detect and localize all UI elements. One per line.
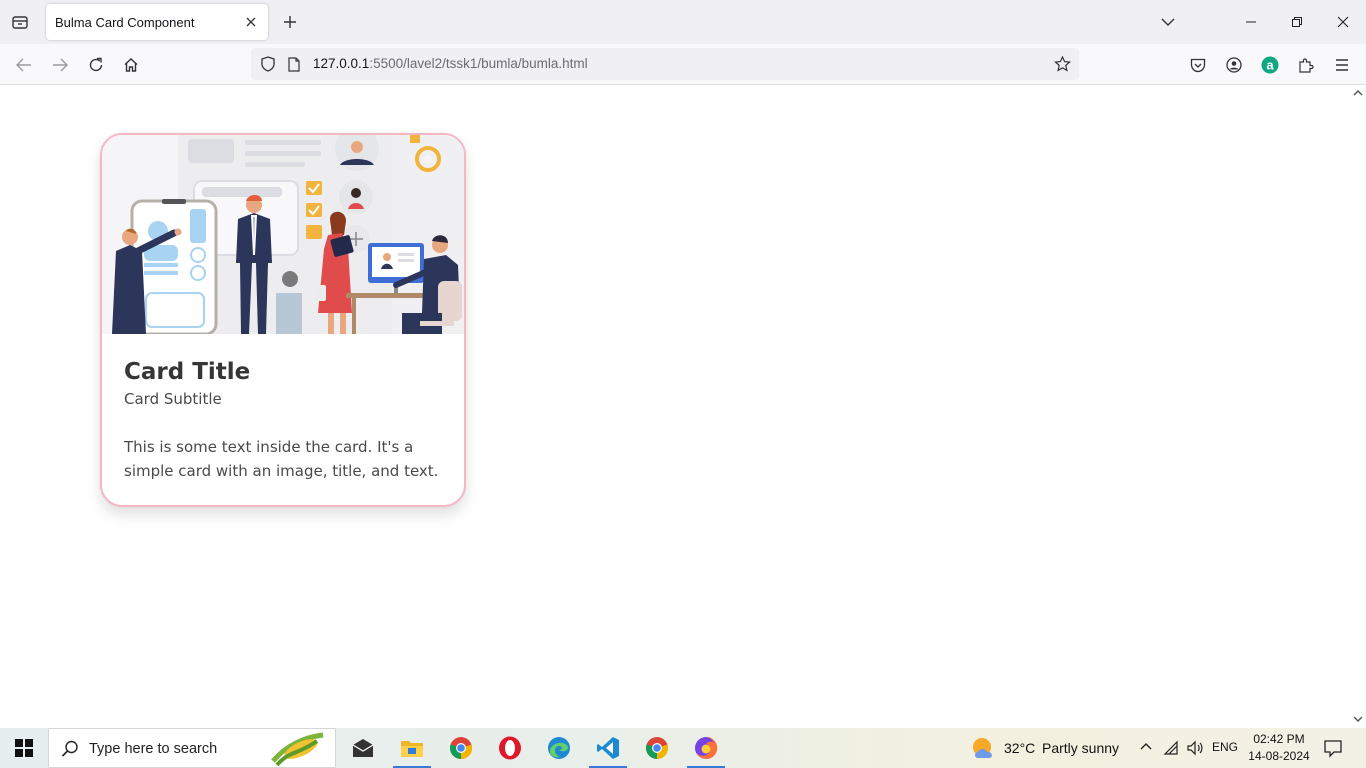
scroll-down-arrow-icon[interactable]	[1353, 714, 1363, 724]
navigation-toolbar: 127.0.0.1:5500/lavel2/tssk1/bumla/bumla.…	[0, 44, 1366, 85]
volume-speaker-icon[interactable]	[1186, 739, 1204, 757]
search-placeholder: Type here to search	[89, 741, 218, 757]
edge-icon[interactable]	[536, 728, 582, 768]
input-language[interactable]: ENG	[1212, 740, 1238, 754]
opera-icon[interactable]	[487, 728, 533, 768]
card: Card Title Card Subtitle This is some te…	[100, 133, 466, 507]
tab-title: Bulma Card Component	[55, 14, 195, 30]
close-tab-icon[interactable]	[238, 9, 264, 35]
reload-icon[interactable]	[83, 52, 109, 78]
taskbar-search-box[interactable]: Type here to search	[48, 728, 336, 768]
card-subtitle: Card Subtitle	[124, 390, 222, 408]
office-team-illustration	[102, 135, 464, 336]
bookmark-star-icon[interactable]	[1053, 55, 1071, 73]
close-window-icon[interactable]	[1320, 0, 1366, 44]
card-content: Card Title Card Subtitle This is some te…	[124, 357, 454, 483]
tab-list-icon[interactable]	[8, 11, 32, 33]
clock-time: 02:42 PM	[1253, 732, 1305, 746]
file-explorer-icon[interactable]	[389, 728, 435, 768]
card-image-office-illustration	[102, 135, 464, 336]
vscode-icon[interactable]	[585, 728, 631, 768]
back-arrow-icon[interactable]	[11, 52, 37, 78]
active-tab[interactable]: Bulma Card Component	[46, 4, 268, 40]
new-tab-icon[interactable]	[278, 10, 302, 34]
show-hidden-icons-chevron-icon[interactable]	[1140, 742, 1152, 750]
page-info-icon[interactable]	[285, 55, 303, 73]
restore-icon[interactable]	[1274, 0, 1320, 44]
windows-taskbar: Type here to search 32°C Partly sunny EN…	[0, 728, 1366, 768]
firefox-icon[interactable]	[683, 728, 729, 768]
extensions-puzzle-icon[interactable]	[1293, 52, 1319, 78]
network-wifi-icon[interactable]	[1163, 740, 1179, 756]
page-viewport: Card Title Card Subtitle This is some te…	[0, 85, 1350, 728]
address-bar[interactable]: 127.0.0.1:5500/lavel2/tssk1/bumla/bumla.…	[251, 48, 1079, 80]
notification-center-icon[interactable]	[1323, 738, 1343, 758]
chrome-profile-icon[interactable]	[634, 728, 680, 768]
windows-start-icon[interactable]	[0, 728, 48, 768]
system-clock[interactable]: 02:42 PM 14-08-2024	[1244, 731, 1314, 765]
url-text[interactable]: 127.0.0.1:5500/lavel2/tssk1/bumla/bumla.…	[313, 56, 588, 71]
tab-bar: Bulma Card Component	[0, 0, 1366, 44]
app-menu-icon[interactable]	[1329, 52, 1355, 78]
search-icon	[61, 740, 78, 757]
pocket-icon[interactable]	[1185, 52, 1211, 78]
mail-app-icon[interactable]	[340, 728, 386, 768]
minimize-icon[interactable]	[1228, 0, 1274, 44]
scroll-up-arrow-icon[interactable]	[1353, 88, 1363, 98]
weather-partly-sunny-icon[interactable]	[970, 736, 998, 760]
tab-overflow-chevron-icon[interactable]	[1156, 10, 1180, 34]
vertical-scrollbar[interactable]	[1350, 85, 1366, 728]
url-path: :5500/lavel2/tssk1/bumla/bumla.html	[369, 56, 588, 71]
chrome-icon[interactable]	[438, 728, 484, 768]
card-title: Card Title	[124, 359, 251, 385]
clock-date: 14-08-2024	[1248, 749, 1310, 763]
forward-arrow-icon[interactable]	[47, 52, 73, 78]
home-icon[interactable]	[118, 52, 144, 78]
svg-text:a: a	[1266, 58, 1274, 73]
url-host: 127.0.0.1	[313, 56, 370, 71]
corn-illustration-icon	[271, 732, 324, 767]
weather-description[interactable]: Partly sunny	[1042, 740, 1119, 756]
card-body-text: This is some text inside the card. It's …	[124, 438, 439, 480]
tracking-shield-icon[interactable]	[259, 55, 277, 73]
account-icon[interactable]	[1221, 52, 1247, 78]
extension-a-icon[interactable]: a	[1257, 52, 1283, 78]
weather-temperature[interactable]: 32°C	[1004, 740, 1035, 756]
